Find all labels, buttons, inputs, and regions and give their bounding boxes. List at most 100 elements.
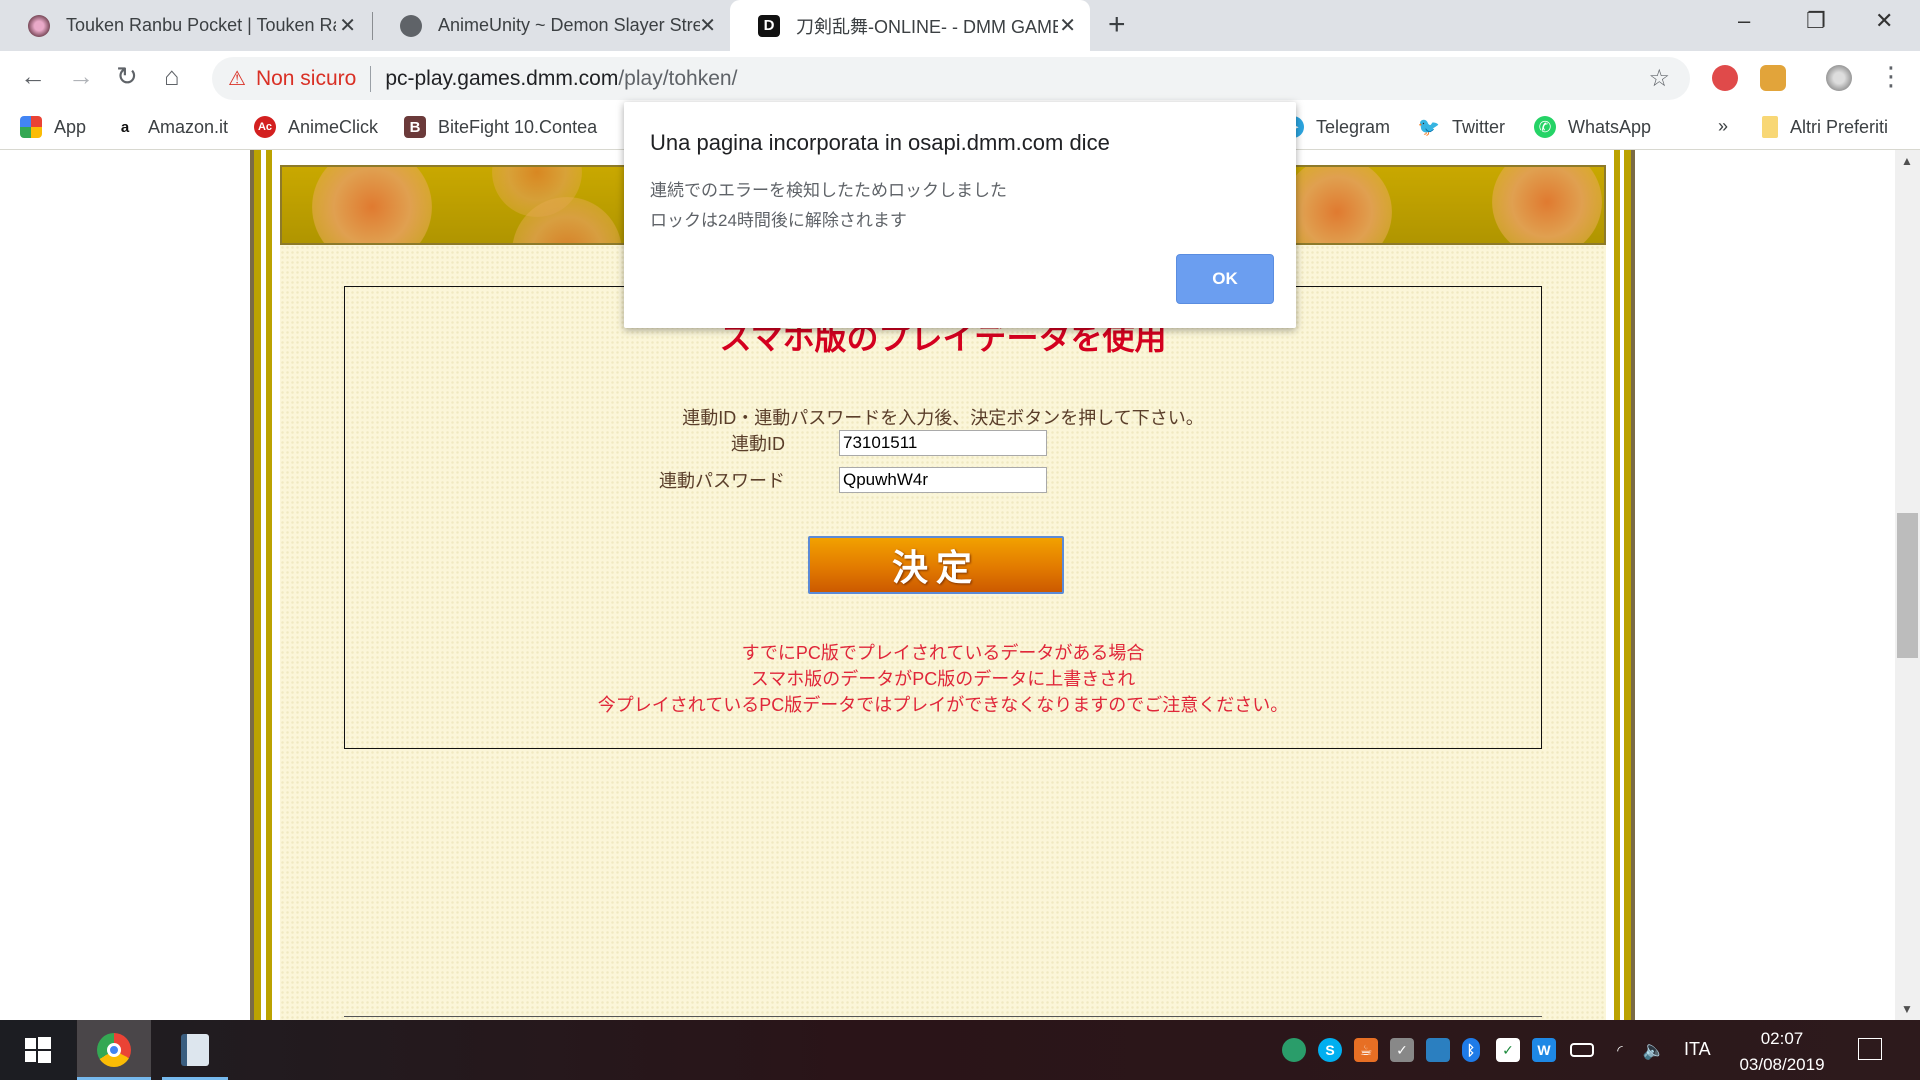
alert-dialog: Una pagina incorporata in osapi.dmm.com … xyxy=(624,102,1296,328)
globe-icon xyxy=(400,14,422,37)
taskbar-chrome[interactable] xyxy=(77,1020,151,1080)
page-scrollbar[interactable]: ▲ ▼ xyxy=(1895,150,1920,1020)
profile-avatar[interactable] xyxy=(1826,65,1852,91)
link-password-input[interactable] xyxy=(839,467,1047,493)
close-window-button[interactable]: ✕ xyxy=(1875,8,1893,34)
bookmark-amazon[interactable]: a Amazon.it xyxy=(114,116,228,138)
other-bookmarks-folder[interactable]: Altri Preferiti xyxy=(1762,116,1888,138)
dialog-message: 連続でのエラーを検知したためロックしました xyxy=(650,181,1007,200)
bookmark-label: WhatsApp xyxy=(1568,116,1652,137)
volume-icon[interactable]: 🔈 xyxy=(1642,1038,1666,1062)
printer-check-icon[interactable]: ✓ xyxy=(1390,1038,1414,1062)
clock[interactable]: 02:07 03/08/2019 xyxy=(1730,1026,1834,1078)
tab-animeunity[interactable]: AnimeUnity ~ Demon Slayer Streaming ✕ xyxy=(372,0,730,51)
url-host: pc-play.games.dmm.com xyxy=(385,66,619,90)
windows-logo-icon xyxy=(25,1037,51,1063)
wifi-icon[interactable]: ◜ xyxy=(1608,1038,1632,1062)
scroll-up-arrow[interactable]: ▲ xyxy=(1901,154,1913,168)
bookmark-label: AnimeClick xyxy=(288,116,379,137)
java-icon[interactable]: ☕ xyxy=(1354,1038,1378,1062)
frame-rail xyxy=(1631,150,1635,1020)
close-tab-icon[interactable]: ✕ xyxy=(1059,13,1076,38)
tab-touken-pocket[interactable]: Touken Ranbu Pocket | Touken Ranbu ✕ xyxy=(0,0,370,51)
amazon-icon: a xyxy=(120,118,130,136)
close-tab-icon[interactable]: ✕ xyxy=(339,13,356,38)
frame-rail xyxy=(1614,150,1620,1020)
clock-date: 03/08/2019 xyxy=(1739,1055,1825,1074)
frame-rail xyxy=(254,150,261,1020)
dialog-title: Una pagina incorporata in osapi.dmm.com … xyxy=(650,130,1110,155)
close-tab-icon[interactable]: ✕ xyxy=(699,13,716,38)
browser-toolbar: ← → ↻ ⌂ ⚠ Non sicuro pc-play.games.dmm.c… xyxy=(0,51,1920,106)
shield-extension-icon[interactable] xyxy=(1712,65,1738,91)
warning-text: スマホ版のデータがPC版のデータに上書きされ xyxy=(750,669,1136,689)
apps-grid-icon xyxy=(20,116,42,138)
bookmark-twitter[interactable]: 🐦 Twitter xyxy=(1418,116,1505,138)
honey-extension-icon[interactable] xyxy=(1760,65,1786,91)
notes-app-icon xyxy=(181,1034,209,1066)
whatsapp-icon: ✆ xyxy=(1534,116,1556,138)
security-status[interactable]: Non sicuro xyxy=(256,67,356,91)
address-bar[interactable]: ⚠ Non sicuro pc-play.games.dmm.com /play… xyxy=(212,57,1690,100)
scroll-thumb[interactable] xyxy=(1897,513,1918,658)
input-language[interactable]: ITA xyxy=(1684,1039,1711,1060)
new-tab-button[interactable]: + xyxy=(1108,8,1126,42)
reload-button[interactable]: ↻ xyxy=(116,61,138,92)
omnibox-divider xyxy=(370,65,372,92)
chrome-icon xyxy=(97,1033,131,1067)
warning-triangle-icon[interactable]: ⚠ xyxy=(228,66,246,91)
bookmark-telegram[interactable]: ➤ Telegram xyxy=(1282,116,1390,138)
dmm-d-icon: D xyxy=(758,14,780,37)
skype-icon[interactable]: S xyxy=(1318,1038,1342,1062)
waves-audio-icon[interactable]: W xyxy=(1532,1038,1556,1062)
clock-time: 02:07 xyxy=(1760,1029,1804,1048)
home-button[interactable]: ⌂ xyxy=(164,61,180,92)
back-button[interactable]: ← xyxy=(20,61,46,92)
tab-touken-online[interactable]: D 刀剣乱舞-ONLINE- - DMM GAMES ✕ xyxy=(730,0,1090,51)
taskbar-notes-app[interactable] xyxy=(158,1020,232,1080)
tab-title: 刀剣乱舞-ONLINE- - DMM GAMES xyxy=(796,16,1058,37)
tab-strip: Touken Ranbu Pocket | Touken Ranbu ✕ Ani… xyxy=(0,0,1920,51)
bookmark-label: App xyxy=(54,116,87,137)
link-password-label: 連動パスワード xyxy=(659,471,785,491)
flower-decoration xyxy=(1282,167,1392,243)
battery-icon[interactable] xyxy=(1570,1043,1594,1057)
url-path: /play/tohken/ xyxy=(618,66,738,90)
link-form-panel: スマホ版のプレイデータを使用 連動ID・連動パスワードを入力後、決定ボタンを押し… xyxy=(344,286,1542,749)
link-id-input[interactable] xyxy=(839,430,1047,456)
bookmark-label: Twitter xyxy=(1452,116,1506,137)
scroll-down-arrow[interactable]: ▼ xyxy=(1901,1002,1913,1016)
windows-taskbar: S ☕ ✓ ᛒ ✓ W ◜ 🔈 ITA 02:07 03/08/2019 xyxy=(0,1020,1920,1080)
flower-decoration xyxy=(1492,167,1602,243)
app-tray-icon[interactable] xyxy=(1282,1038,1306,1062)
minimize-button[interactable]: – xyxy=(1738,8,1750,34)
intel-graphics-icon[interactable] xyxy=(1426,1038,1450,1062)
bookmark-label: Altri Preferiti xyxy=(1790,116,1889,137)
warning-text: 今プレイされているPC版データではプレイができなくなりますのでご注意ください。 xyxy=(597,695,1289,715)
bookmark-bitefight[interactable]: B BiteFight 10.Contea xyxy=(404,116,597,138)
bookmark-animeclick[interactable]: Ac AnimeClick xyxy=(254,116,378,138)
forward-button[interactable]: → xyxy=(68,61,94,92)
bookmark-label: BiteFight 10.Contea xyxy=(438,116,598,137)
bookmark-label: Telegram xyxy=(1316,116,1391,137)
bookmark-whatsapp[interactable]: ✆ WhatsApp xyxy=(1534,116,1651,138)
touken-pocket-favicon xyxy=(28,14,50,37)
bookmarks-overflow-button[interactable]: » xyxy=(1718,116,1728,137)
start-button[interactable] xyxy=(0,1020,76,1080)
ok-button[interactable]: OK xyxy=(1176,254,1274,304)
bookmark-label: Amazon.it xyxy=(148,116,229,137)
tab-title: AnimeUnity ~ Demon Slayer Streaming xyxy=(438,15,700,35)
flower-decoration xyxy=(312,167,432,243)
maximize-button[interactable]: ❐ xyxy=(1806,8,1826,34)
folder-icon xyxy=(1762,116,1778,138)
bookmark-app[interactable]: App xyxy=(20,116,86,138)
bookmark-star-icon[interactable]: ☆ xyxy=(1648,64,1670,93)
warning-text: すでにPC版でプレイされているデータがある場合 xyxy=(741,643,1145,663)
action-center-icon[interactable] xyxy=(1858,1038,1882,1060)
twitter-icon: 🐦 xyxy=(1417,116,1441,137)
submit-button[interactable]: 決定 xyxy=(808,536,1064,594)
chrome-menu-button[interactable]: ⋮ xyxy=(1878,61,1904,92)
defender-icon[interactable]: ✓ xyxy=(1496,1038,1520,1062)
bluetooth-icon[interactable]: ᛒ xyxy=(1462,1038,1480,1062)
link-id-label: 連動ID xyxy=(731,434,785,454)
